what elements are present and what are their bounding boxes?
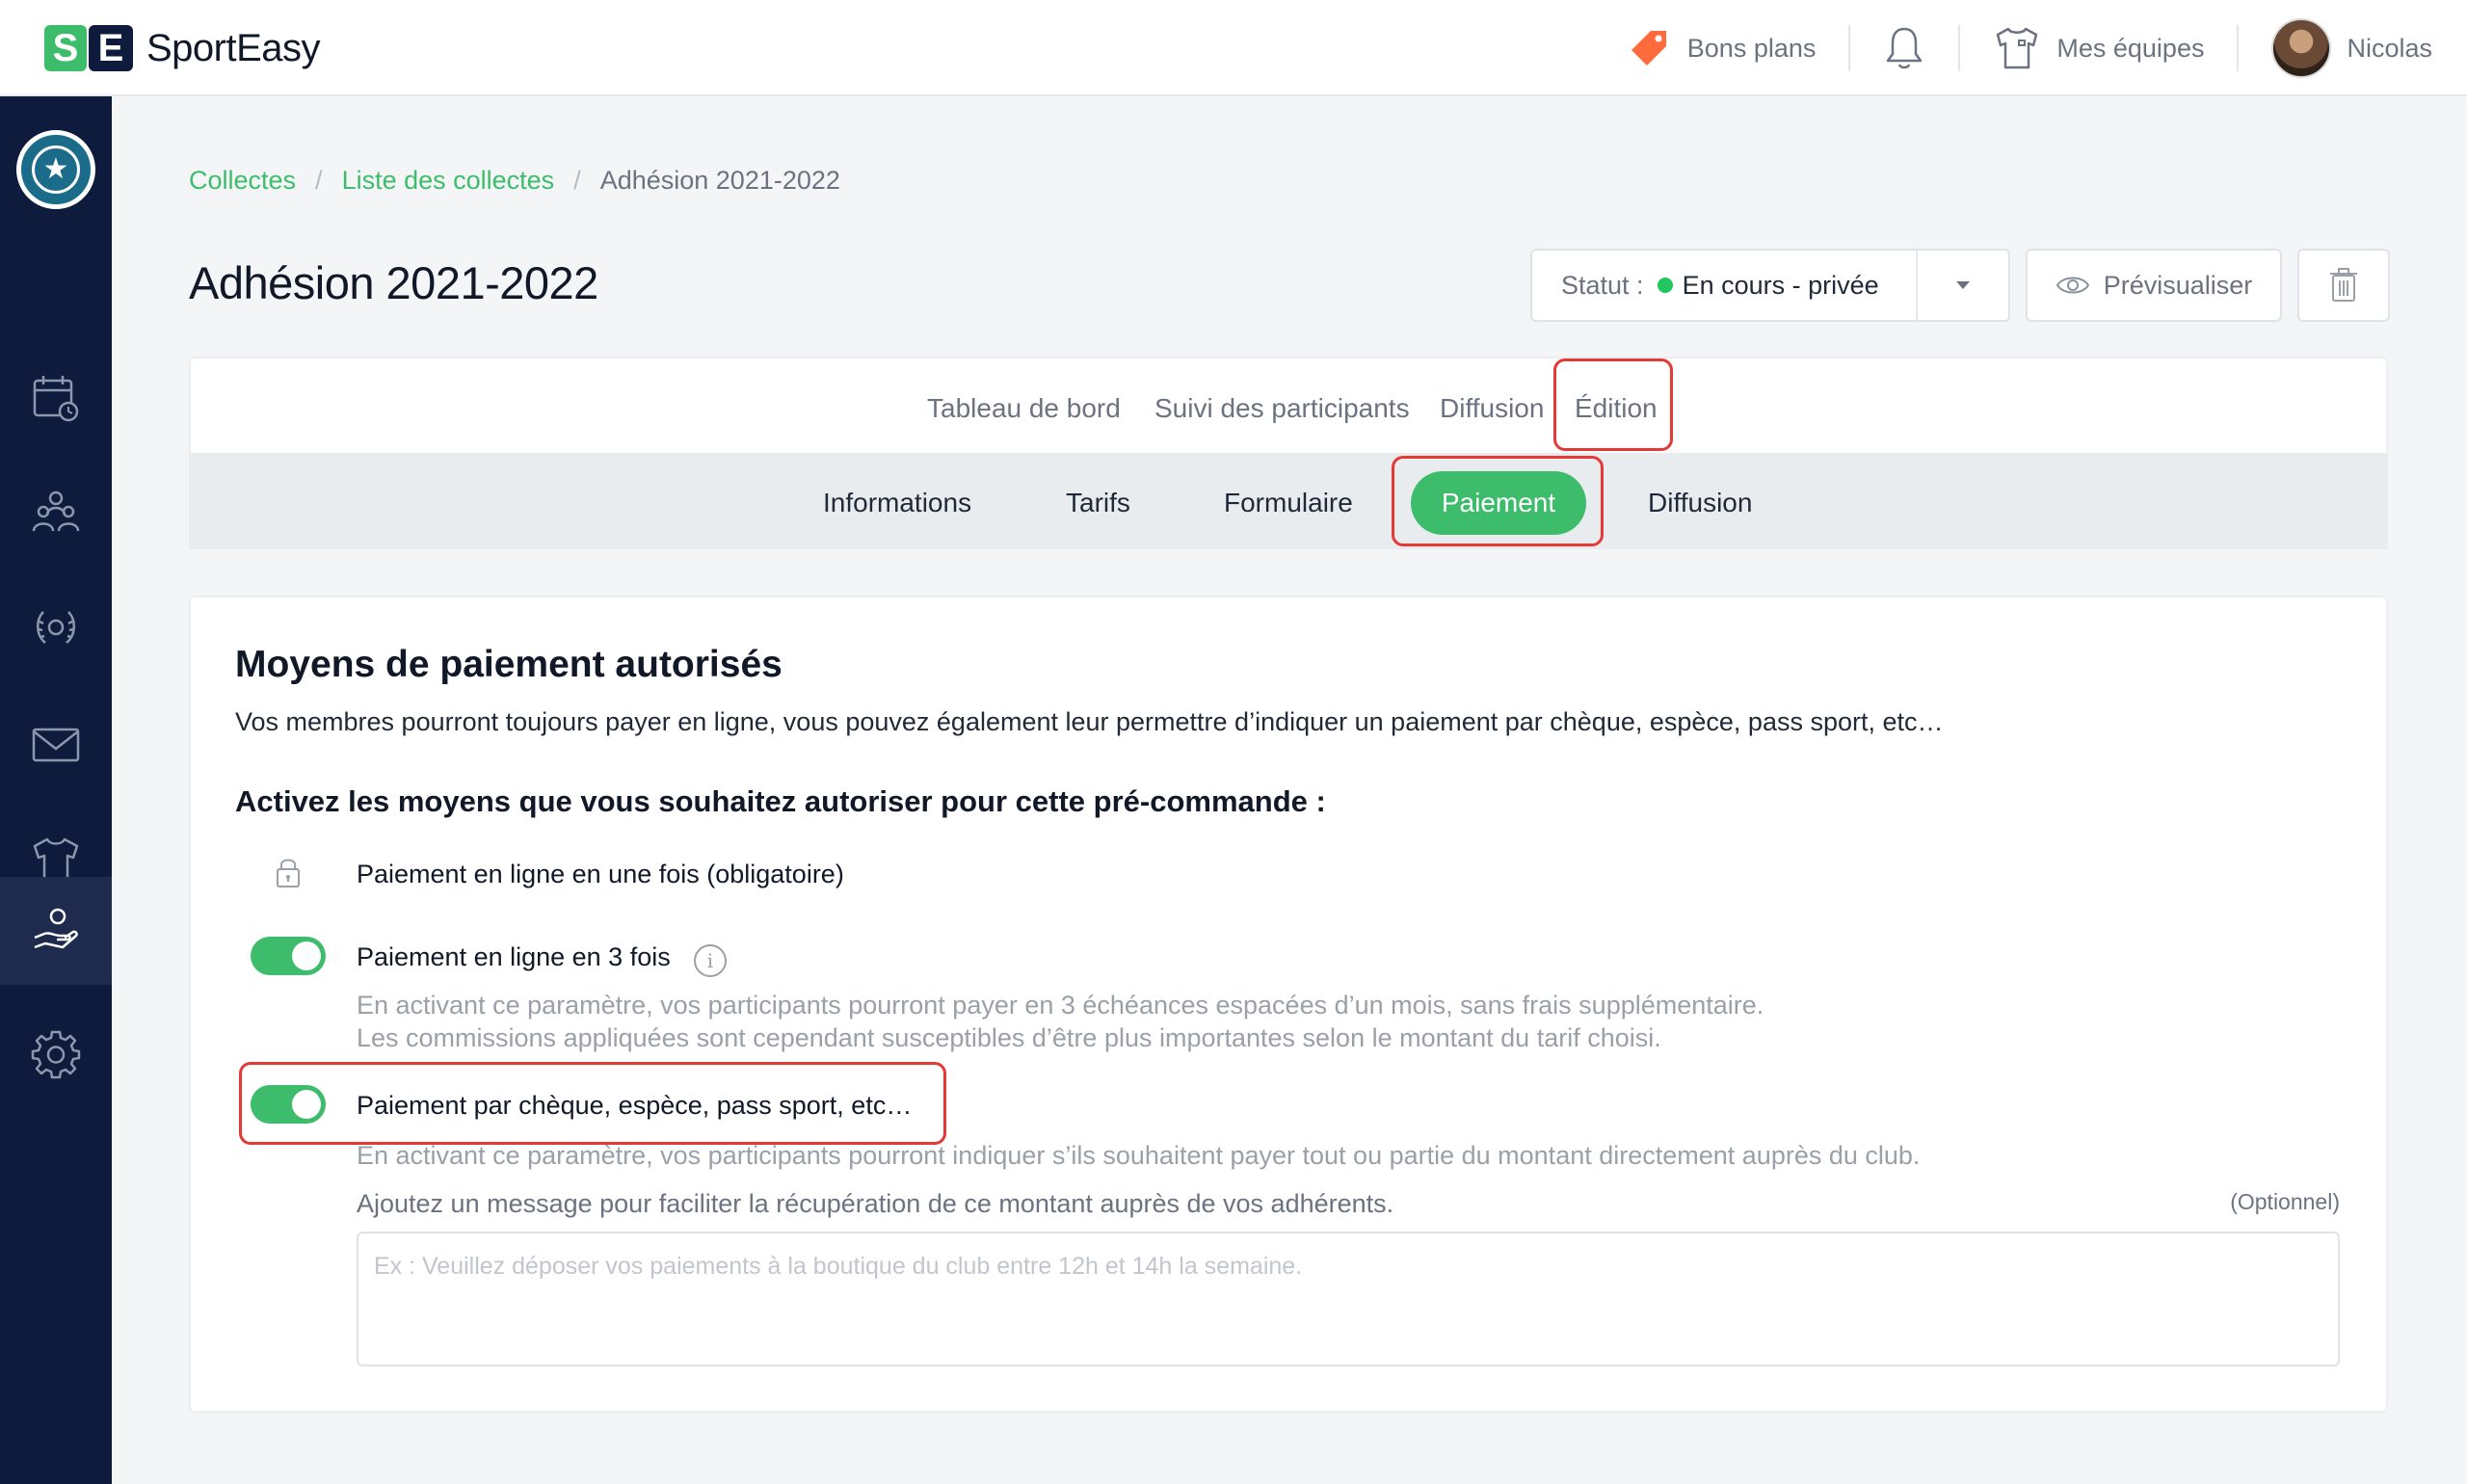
shirt-icon	[1997, 27, 2038, 69]
toggle-knob	[292, 941, 321, 970]
deals-link[interactable]: Bons plans	[1593, 25, 1849, 71]
bell-icon	[1887, 27, 1923, 69]
status-dropdown[interactable]: Statut : En cours - privée	[1530, 249, 2010, 322]
edition-subtabs: Informations Tarifs Formulaire Diffusion	[189, 453, 2388, 549]
option-cheque-cash-help: En activant ce paramètre, vos participan…	[357, 1141, 1921, 1170]
calendar-icon	[33, 376, 79, 422]
brand-mark: S E	[44, 25, 133, 71]
my-teams-link[interactable]: Mes équipes	[1960, 24, 2237, 72]
sidebar-item-collect[interactable]	[0, 877, 112, 985]
payment-title: Moyens de paiement autorisés	[235, 644, 783, 685]
settings-icon	[31, 1030, 81, 1079]
delete-button[interactable]	[2297, 249, 2390, 322]
brand-name-bold: Easy	[236, 26, 321, 69]
sporteasy-logo[interactable]: S E SportEasy	[44, 23, 321, 73]
notifications-button[interactable]	[1850, 25, 1958, 71]
user-menu[interactable]: Nicolas	[2239, 18, 2432, 78]
payment-message-input[interactable]	[357, 1232, 2340, 1366]
sidebar: ★	[0, 96, 112, 1484]
brand-mark-e: E	[89, 25, 133, 71]
status-label: Statut :	[1561, 270, 1644, 300]
brand-name-light: Sport	[146, 26, 237, 69]
highlight-cheque-option	[239, 1062, 946, 1145]
deals-label: Bons plans	[1686, 33, 1817, 63]
breadcrumb-collectes[interactable]: Collectes	[189, 166, 296, 196]
brand-name: SportEasy	[146, 26, 321, 70]
eye-icon	[2056, 277, 2089, 294]
trash-icon	[2330, 268, 2357, 302]
payment-subtitle: Activez les moyens que vous souhaitez au…	[235, 784, 1326, 818]
main-tabs: Tableau de bord Suivi des participants D…	[189, 357, 2388, 453]
sidebar-item-trophies[interactable]	[0, 574, 112, 682]
brand-mark-s: S	[44, 25, 87, 71]
option-online-3x-help-1: En activant ce paramètre, vos participan…	[357, 991, 1764, 1020]
members-icon	[32, 490, 80, 532]
header-actions: Bons plans Mes équipes Nicolas	[1593, 17, 2432, 79]
status-dot	[1657, 278, 1673, 293]
chevron-down-icon	[1956, 281, 1970, 289]
option-online-once-label: Paiement en ligne en une fois (obligatoi…	[357, 860, 844, 888]
status-caret-button[interactable]	[1916, 251, 2008, 320]
user-name: Nicolas	[2347, 33, 2432, 63]
lock-icon	[277, 859, 300, 888]
tab-diffusion-top[interactable]: Diffusion	[1440, 393, 1544, 424]
sidebar-item-settings[interactable]	[0, 1000, 112, 1108]
highlight-edition-tab	[1553, 358, 1673, 451]
status-value: En cours - privée	[1682, 270, 1879, 300]
preview-label: Prévisualiser	[2103, 270, 2253, 300]
tab-participants[interactable]: Suivi des participants	[1154, 393, 1410, 424]
breadcrumb-separator: /	[315, 166, 323, 195]
message-optional-label: (Optionnel)	[2230, 1189, 2340, 1214]
trophy-icon	[37, 611, 75, 644]
avatar	[2271, 18, 2332, 78]
sidebar-item-members[interactable]	[0, 459, 112, 567]
subtab-formulaire[interactable]: Formulaire	[1224, 488, 1353, 518]
top-header: S E SportEasy Bons plans Mes équipes Nic…	[0, 0, 2467, 96]
breadcrumb: Collectes / Liste des collectes / Adhési…	[189, 166, 840, 196]
sidebar-item-calendar[interactable]	[0, 343, 112, 451]
breadcrumb-separator: /	[573, 166, 581, 195]
subtab-informations[interactable]: Informations	[823, 488, 971, 518]
message-label: Ajoutez un message pour faciliter la réc…	[357, 1189, 1394, 1218]
breadcrumb-collect-list[interactable]: Liste des collectes	[342, 166, 555, 196]
star-icon: ★	[32, 146, 80, 194]
mail-icon	[32, 728, 80, 762]
tag-icon	[1631, 31, 1666, 66]
subtab-diffusion[interactable]: Diffusion	[1648, 488, 1752, 518]
info-icon[interactable]: i	[694, 944, 727, 977]
page-title: Adhésion 2021-2022	[189, 257, 598, 308]
club-logo[interactable]: ★	[16, 130, 95, 209]
collect-icon	[34, 908, 78, 949]
option-online-3x-help-2: Les commissions appliquées sont cependan…	[357, 1023, 1661, 1052]
option-online-3x-label: Paiement en ligne en 3 fois	[357, 942, 671, 971]
breadcrumb-current: Adhésion 2021-2022	[599, 166, 840, 195]
highlight-paiement-tab	[1392, 456, 1604, 546]
subtab-tarifs[interactable]: Tarifs	[1066, 488, 1130, 518]
sidebar-item-messages[interactable]	[0, 690, 112, 798]
toggle-online-3x[interactable]	[251, 937, 326, 975]
preview-button[interactable]: Prévisualiser	[2026, 249, 2282, 322]
payment-description: Vos membres pourront toujours payer en l…	[235, 707, 1944, 736]
tab-dashboard[interactable]: Tableau de bord	[927, 393, 1121, 424]
my-teams-label: Mes équipes	[2056, 33, 2205, 63]
